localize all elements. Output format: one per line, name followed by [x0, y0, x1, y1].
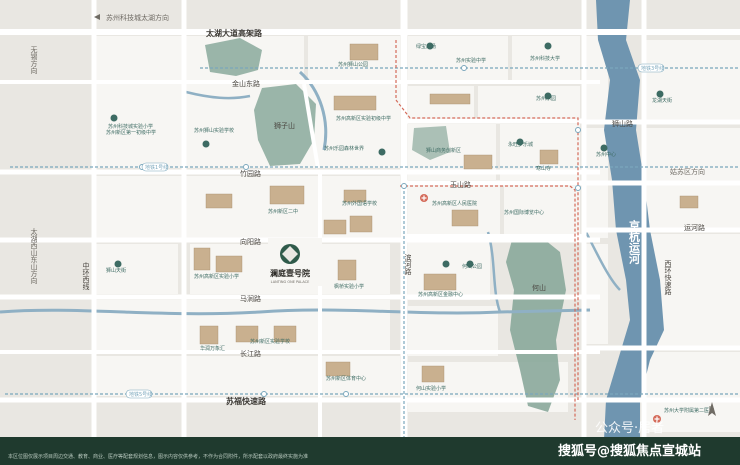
project-name: 澜庭壹号院: [270, 268, 310, 278]
building-icon: [333, 95, 377, 111]
building-icon: [463, 154, 493, 170]
poi-label: 苏州高新区实验初级中学: [336, 115, 391, 122]
metro-station: [401, 183, 407, 189]
building-icon: [337, 259, 357, 281]
poi-label: 苏州实验中学: [456, 57, 486, 64]
he-mountain-label: 何山: [532, 283, 546, 292]
poi-label: 苏州乐园: [536, 95, 556, 102]
building-icon: [429, 93, 471, 105]
poi-dot: [600, 144, 608, 152]
direction-right: 姑苏区方向: [670, 167, 705, 176]
road-xinyun: 运河路: [684, 223, 705, 232]
road-yushan: 玉山路: [450, 180, 471, 189]
metro-line3-label: 地铁3号线: [641, 65, 664, 72]
poi-label: 苏州新区体育中心: [326, 375, 366, 382]
poi-label: 苏州科技城实验小学: [108, 123, 153, 130]
road-changjiang: 长江路: [240, 349, 261, 358]
road-taihu-avenue: 太湖大道高架路: [205, 28, 263, 38]
building-icon: [325, 361, 351, 377]
footer-disclaimer: 本区位图仅展示项目周边交通、教育、商业、医疗等配套规划信息，图示内容仅供参考，不…: [8, 454, 309, 460]
direction-left-top: 无锡方向: [30, 46, 38, 74]
poi-label: 苏州中心: [596, 151, 616, 158]
building-icon: [451, 209, 479, 227]
road-shishan: 狮山路: [612, 119, 633, 128]
poi-label: 苏州乐园森林世界: [324, 145, 364, 152]
poi-label: 苏州新区二中: [268, 208, 298, 215]
metro-line5-label: 地铁5号线: [129, 391, 152, 398]
building-icon: [539, 149, 559, 165]
building-icon: [199, 325, 219, 345]
poi-dot: [378, 148, 386, 156]
poi-dot: [656, 90, 664, 98]
project-name-en: LANTING ONE PALACE: [271, 280, 310, 284]
poi-label: 苏州科技大学: [530, 55, 560, 62]
poi-label: 苏州高新区金融中心: [418, 291, 463, 298]
metro-station: [575, 127, 581, 133]
metro-station: [461, 65, 467, 71]
poi-label: 苏州高新区人民医院: [432, 200, 477, 207]
poi-label: 龙湖天街: [652, 97, 672, 104]
poi-label: 苏州大学附属第二医院: [664, 407, 714, 414]
poi-label: 何山实验小学: [416, 385, 446, 392]
poi-dot: [114, 260, 122, 268]
building-icon: [423, 273, 457, 291]
poi-label: 苏州国际博览中心: [504, 209, 544, 216]
sohu-watermark: 搜狐号@搜狐焦点宣城站: [558, 444, 702, 459]
road-zhonghuan-west: 中环西线: [82, 261, 90, 290]
poi-label: 苏州狮山实验学校: [194, 127, 234, 134]
gzh-watermark: 公众号·居者: [595, 421, 665, 436]
direction-left-bottom: 太湖西山东山方向: [30, 227, 38, 284]
poi-label: 苏州外国语学校: [342, 200, 377, 207]
canal-label: 京杭运河: [628, 219, 641, 265]
poi-label: 寒山寺: [536, 165, 551, 172]
poi-label: 何山公园: [462, 263, 482, 270]
direction-top: 苏州科技城太湖方向: [106, 13, 169, 22]
poi-label: 绿宝广场: [416, 43, 436, 50]
poi-dot: [442, 260, 450, 268]
poi-label: 苏州狮山公园: [338, 61, 368, 68]
road-binhe: 滨河路: [404, 253, 412, 276]
building-icon: [349, 215, 373, 233]
road-xijing: 西环快速路: [664, 260, 672, 296]
building-icon: [269, 185, 305, 205]
poi-label: 华润万象汇: [200, 345, 225, 352]
poi-label: 苏州新区第一初级中学: [106, 129, 156, 136]
svg-text:N: N: [709, 406, 713, 412]
poi-label: 狮山天街: [106, 267, 126, 274]
building-icon: [679, 195, 699, 209]
road-jinshan-east: 金山东路: [232, 79, 260, 88]
poi-dot: [110, 114, 118, 122]
poi-label: 永旺梦乐城: [508, 141, 533, 148]
road-xiangyang: 向阳路: [240, 237, 261, 246]
building-icon: [421, 365, 445, 383]
metro-station: [575, 185, 581, 191]
building-icon: [323, 219, 347, 235]
metro-line1-label: 地铁1号线: [145, 164, 168, 171]
poi-label: 枫桥实验小学: [334, 283, 364, 290]
project-marker: 澜庭壹号院 LANTING ONE PALACE: [268, 238, 322, 286]
poi-label: 苏州新区实验学校: [250, 338, 290, 345]
building-icon: [205, 193, 233, 209]
poi-dot: [544, 42, 552, 50]
road-zhuyuan: 竹园路: [240, 169, 261, 178]
metro-station: [343, 391, 349, 397]
poi-label: 苏州高新区实验小学: [194, 273, 239, 280]
road-suzhou-ring: 苏福快速路: [226, 396, 267, 406]
district-map: 澜庭壹号院 LANTING ONE PALACE 苏州科技城太湖方向 无锡方向 …: [0, 0, 740, 465]
building-icon: [349, 43, 379, 61]
poi-label: 狮山商务创新区: [426, 147, 461, 154]
road-maya: 马涧路: [240, 294, 261, 303]
shizi-mountain-label: 狮子山: [274, 121, 295, 130]
building-icon: [193, 247, 211, 271]
metro-station: [243, 164, 249, 170]
poi-dot: [202, 140, 210, 148]
building-icon: [215, 255, 243, 273]
